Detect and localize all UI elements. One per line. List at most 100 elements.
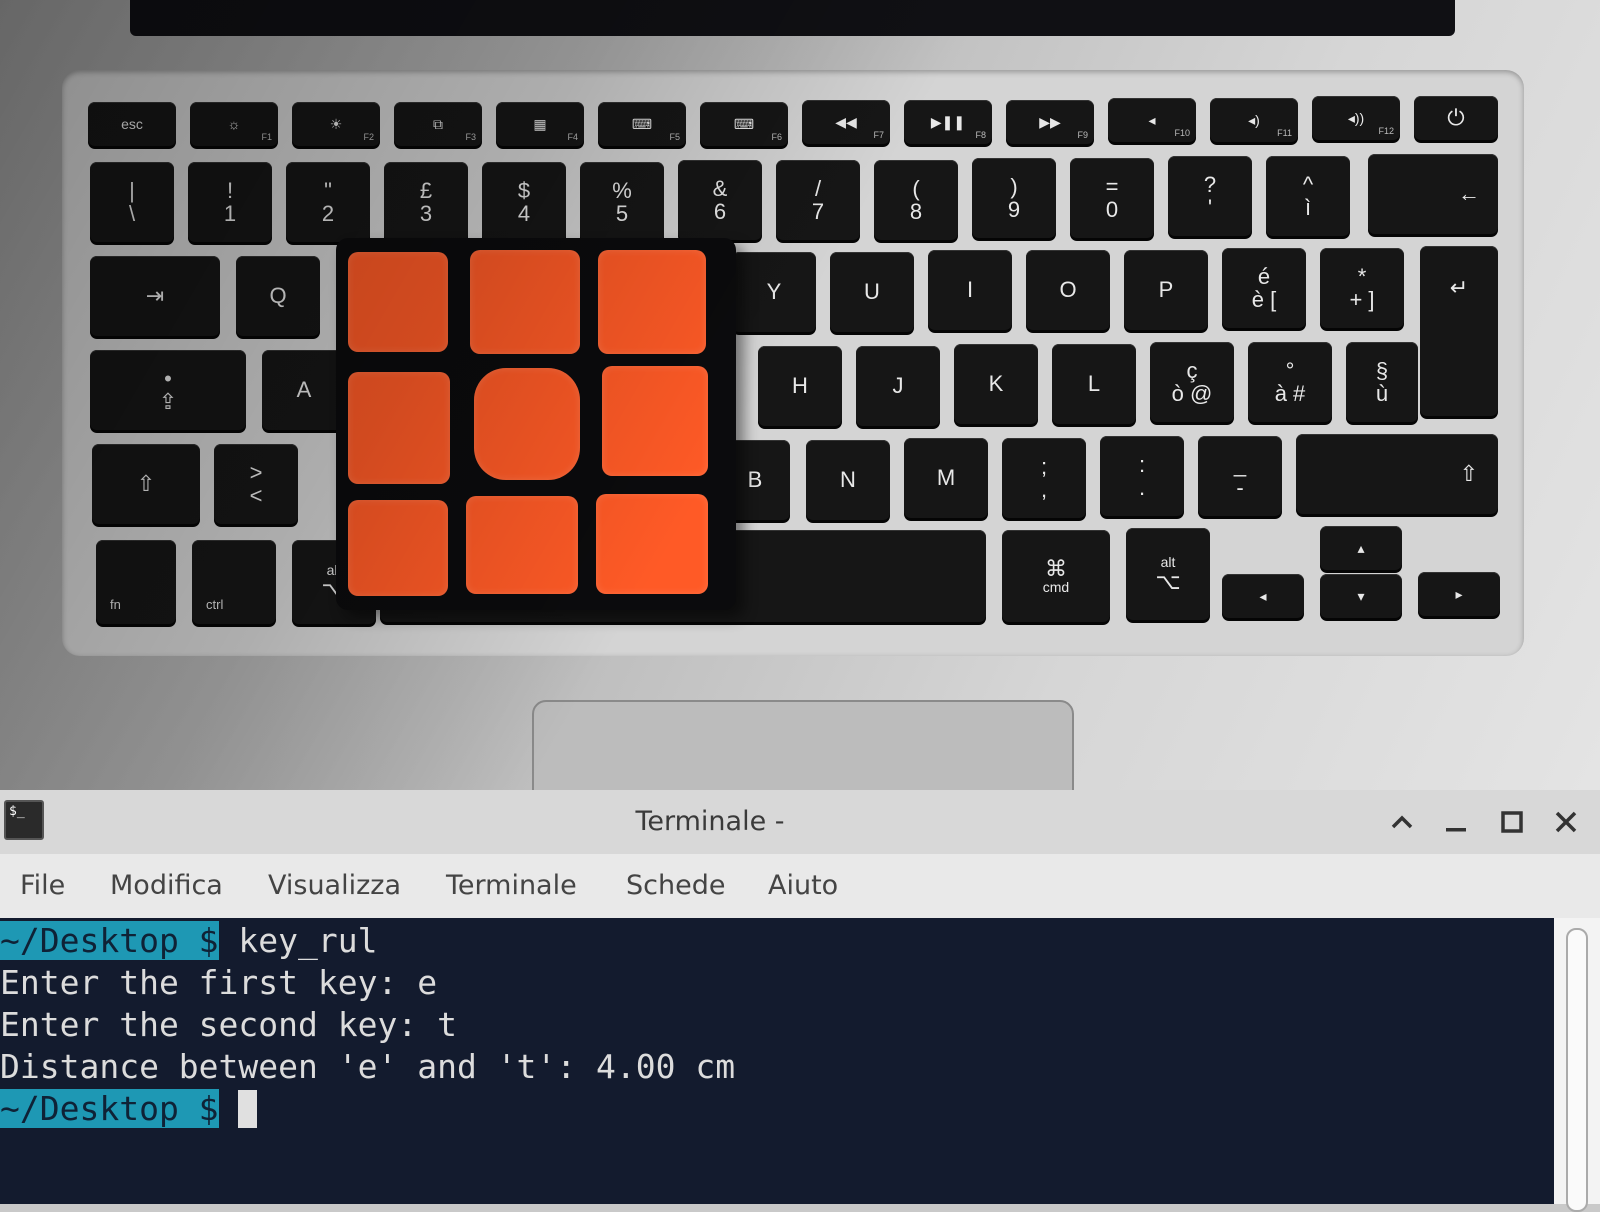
typed-command: key_rul bbox=[218, 921, 378, 960]
key-plus: * + ] bbox=[1320, 248, 1404, 328]
key-6: & 6 bbox=[678, 160, 762, 240]
key-n: N bbox=[806, 440, 890, 520]
menu-file[interactable]: File bbox=[20, 854, 65, 918]
key-f1: ☼ F1 bbox=[190, 102, 278, 146]
trackpad bbox=[532, 700, 1074, 790]
terminal-line: Enter the first key: e bbox=[0, 963, 438, 1002]
key-cmd: ⌘ cmd bbox=[1002, 530, 1110, 622]
key-h: H bbox=[758, 346, 842, 426]
key-caps-lock: • ⇪ bbox=[90, 350, 246, 430]
close-icon bbox=[1555, 811, 1577, 833]
menu-schede[interactable]: Schede bbox=[626, 854, 725, 918]
cube-tile bbox=[598, 250, 706, 354]
cube-tile bbox=[348, 252, 448, 352]
cube-tile bbox=[466, 496, 578, 594]
key-right-shift: ⇧ bbox=[1296, 434, 1498, 514]
title-bar[interactable]: $_ Terminale - bbox=[0, 790, 1600, 854]
laptop-screen-edge bbox=[130, 0, 1455, 36]
key-arrow-up: ▴ bbox=[1320, 526, 1402, 570]
key-f11: ◂) F11 bbox=[1210, 98, 1298, 142]
terminal-line: Enter the second key: t bbox=[0, 1005, 457, 1044]
key-ctrl: ctrl bbox=[192, 540, 276, 624]
key-f2: ☀ F2 bbox=[292, 102, 380, 146]
key-f6: ⌨ F6 bbox=[700, 102, 788, 146]
menu-visualizza[interactable]: Visualizza bbox=[268, 854, 401, 918]
key-minus: _ - bbox=[1198, 436, 1282, 516]
cube-tile bbox=[348, 372, 450, 484]
menu-aiuto[interactable]: Aiuto bbox=[768, 854, 838, 918]
key-a: A bbox=[262, 350, 346, 430]
shade-button[interactable] bbox=[1380, 802, 1424, 842]
key-f7: ◀◀ F7 bbox=[802, 100, 890, 144]
key-o-grave: çò @ bbox=[1150, 342, 1234, 422]
shell-prompt: ~/Desktop $ bbox=[0, 1089, 219, 1128]
key-period: :. bbox=[1100, 436, 1184, 516]
key-8: (8 bbox=[874, 160, 958, 240]
key-4: $4 bbox=[482, 162, 566, 242]
maximize-button[interactable] bbox=[1490, 802, 1534, 842]
key-e-grave: éè [ bbox=[1222, 248, 1306, 328]
key-p: P bbox=[1124, 250, 1208, 330]
terminal-line: Distance between 'e' and 't': 4.00 cm bbox=[0, 1047, 736, 1086]
text-cursor bbox=[238, 1090, 258, 1128]
minimize-icon bbox=[1446, 828, 1466, 832]
window-title: Terminale - bbox=[635, 806, 785, 837]
key-1: ! 1 bbox=[188, 162, 272, 242]
key-f8: ▶❚❚ F8 bbox=[904, 100, 992, 144]
cube-tile bbox=[348, 500, 448, 596]
key-esc: esc bbox=[88, 102, 176, 146]
key-tab: ⇥ bbox=[90, 256, 220, 336]
key-7: /7 bbox=[776, 160, 860, 240]
key-9: ) 9 bbox=[972, 158, 1056, 238]
key-0: = 0 bbox=[1070, 158, 1154, 238]
key-backslash: | \ bbox=[90, 162, 174, 242]
close-button[interactable] bbox=[1544, 802, 1588, 842]
key-m: M bbox=[904, 438, 988, 518]
key-f12: ◂)) F12 bbox=[1312, 96, 1400, 140]
key-comma: ;, bbox=[1002, 438, 1086, 518]
key-enter: ↵ bbox=[1420, 246, 1498, 416]
menu-modifica[interactable]: Modifica bbox=[110, 854, 223, 918]
key-f4: ▦ F4 bbox=[496, 102, 584, 146]
terminal-output[interactable]: ~/Desktop $ key_rul Enter the first key:… bbox=[0, 918, 1554, 1204]
key-apostrophe: ? ' bbox=[1168, 156, 1252, 236]
key-j: J bbox=[856, 346, 940, 426]
terminal-line: ~/Desktop $ bbox=[0, 1088, 258, 1130]
cube-center-tile bbox=[474, 368, 580, 480]
shell-prompt: ~/Desktop $ bbox=[0, 921, 219, 960]
key-arrow-down: ▾ bbox=[1320, 574, 1402, 618]
key-i-grave: ^ ì bbox=[1266, 156, 1350, 236]
key-2: " 2 bbox=[286, 162, 370, 242]
key-left-shift: ⇧ bbox=[92, 444, 200, 524]
key-less-than: > < bbox=[214, 444, 298, 524]
terminal-window: $_ Terminale - File Modifica Visualizza … bbox=[0, 790, 1600, 1212]
minimize-button[interactable] bbox=[1434, 802, 1478, 842]
keyboard-photo: esc ☼ F1 ☀ F2 ⧉ F3 ▦ F4 ⌨ F5 ⌨ F6 ◀◀ F7 ▶❚❚ F8 ▶… bbox=[0, 0, 1600, 790]
key-f9: ▶▶ F9 bbox=[1006, 100, 1094, 144]
cube-tile bbox=[602, 366, 708, 476]
key-3: £3 bbox=[384, 162, 468, 242]
scrollbar[interactable] bbox=[1554, 918, 1600, 1212]
key-i: I bbox=[928, 250, 1012, 330]
key-u: U bbox=[830, 252, 914, 332]
key-k: K bbox=[954, 344, 1038, 424]
key-arrow-right: ▸ bbox=[1418, 572, 1500, 616]
cube-tile bbox=[596, 494, 708, 594]
menu-terminale[interactable]: Terminale bbox=[446, 854, 577, 918]
menu-bar: File Modifica Visualizza Terminale Sched… bbox=[0, 854, 1600, 918]
key-l: L bbox=[1052, 344, 1136, 424]
key-a-grave: ° à # bbox=[1248, 342, 1332, 422]
key-q: Q bbox=[236, 256, 320, 336]
key-u-grave: § ù bbox=[1346, 342, 1418, 422]
key-5: % 5 bbox=[580, 162, 664, 242]
scrollbar-thumb[interactable] bbox=[1566, 928, 1588, 1212]
terminal-line: ~/Desktop $ key_rul bbox=[0, 920, 378, 962]
key-power: ⏻ bbox=[1414, 96, 1498, 140]
chevron-up-icon bbox=[1391, 815, 1413, 829]
key-right-alt: alt ⌥ bbox=[1126, 528, 1210, 620]
key-arrow-left: ◂ bbox=[1222, 574, 1304, 618]
cube-tile bbox=[470, 250, 580, 354]
key-f3: ⧉ F3 bbox=[394, 102, 482, 146]
key-y: Y bbox=[732, 252, 816, 332]
key-f5: ⌨ F5 bbox=[598, 102, 686, 146]
